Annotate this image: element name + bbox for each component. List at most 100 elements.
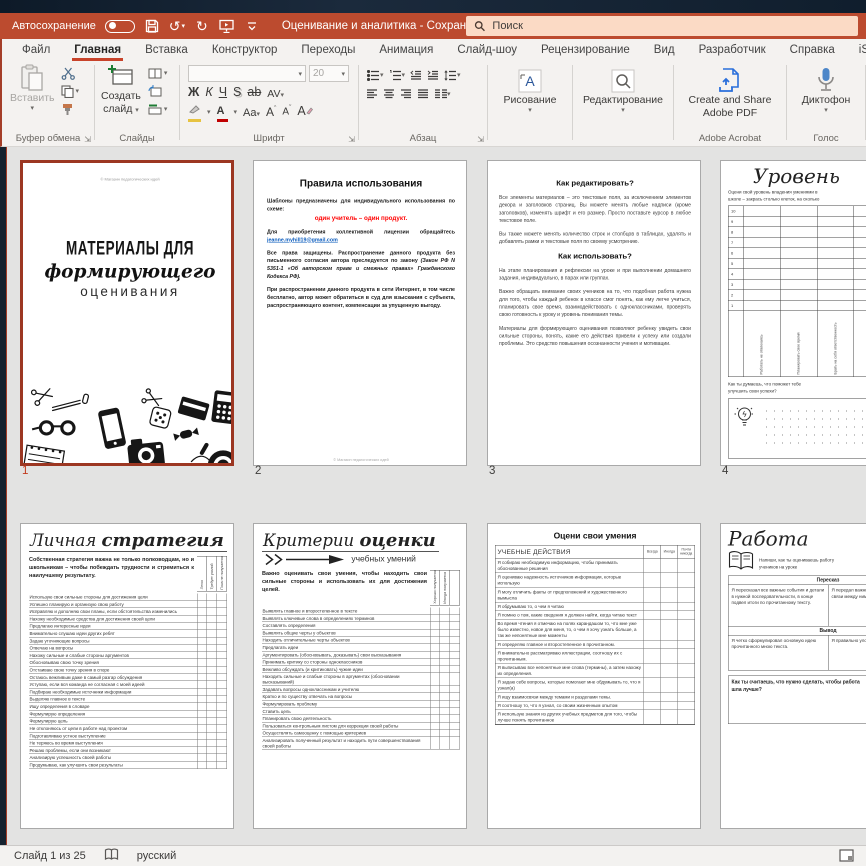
check-cell[interactable] <box>197 740 207 747</box>
check-cell[interactable] <box>440 686 450 693</box>
check-cell[interactable] <box>217 637 227 644</box>
slide-thumbnail-8[interactable]: РаботаНапиши, как ты оцениваешь работууч… <box>720 523 866 829</box>
check-cell[interactable] <box>207 637 217 644</box>
paste-button[interactable]: Вставить ▾ <box>10 64 55 118</box>
check-cell[interactable] <box>197 710 207 717</box>
columns-button[interactable]: ▾ <box>435 89 451 99</box>
check-cell[interactable] <box>661 611 678 619</box>
check-cell[interactable] <box>430 737 440 750</box>
grid-cell[interactable] <box>743 290 780 301</box>
grid-cell[interactable] <box>817 269 854 280</box>
paragraph-dialog-launcher[interactable]: ⇲ <box>477 135 484 144</box>
check-cell[interactable] <box>207 601 217 608</box>
underline-button[interactable]: Ч <box>219 86 227 99</box>
check-cell[interactable] <box>661 602 678 610</box>
grid-cell[interactable] <box>743 280 780 291</box>
slide-indicator[interactable]: Слайд 1 из 25 <box>14 850 86 862</box>
slide-thumbnail-4[interactable]: УровеньОцени свой уровень владения умени… <box>720 160 866 466</box>
check-cell[interactable] <box>217 681 227 688</box>
check-cell[interactable] <box>217 732 227 739</box>
grid-cell[interactable] <box>817 206 854 217</box>
email-link[interactable]: jeanne.myhill19@gmail.com <box>267 237 338 243</box>
check-cell[interactable] <box>440 629 450 636</box>
check-cell[interactable] <box>217 688 227 695</box>
check-cell[interactable] <box>207 608 217 615</box>
grid-cell[interactable] <box>780 269 817 280</box>
tab-главная[interactable]: Главная <box>62 39 133 61</box>
check-cell[interactable] <box>450 737 460 750</box>
slide-thumbnail-5[interactable]: Личная стратегияСобственная стратегия ва… <box>20 523 234 829</box>
tab-конструктор[interactable]: Конструктор <box>200 39 290 61</box>
check-cell[interactable] <box>430 615 440 622</box>
slide-thumbnail-1[interactable]: © Магазин педагогических идейМАТЕРИАЛЫ Д… <box>20 160 234 466</box>
check-cell[interactable] <box>644 663 661 677</box>
text-shadow-button[interactable]: S <box>233 86 241 99</box>
grid-cell[interactable] <box>780 248 817 259</box>
grid-cell[interactable] <box>780 206 817 217</box>
question-box[interactable]: Как ты считаешь, что нужно сделать, чтоб… <box>728 675 866 724</box>
check-cell[interactable] <box>440 637 450 644</box>
check-cell[interactable] <box>678 573 695 587</box>
clear-formatting-button[interactable]: А <box>297 105 312 118</box>
grid-cell[interactable] <box>854 290 866 301</box>
check-cell[interactable] <box>678 559 695 573</box>
check-cell[interactable] <box>197 601 207 608</box>
check-cell[interactable] <box>450 666 460 673</box>
check-cell[interactable] <box>644 693 661 701</box>
check-cell[interactable] <box>661 588 678 602</box>
check-cell[interactable] <box>430 644 440 651</box>
check-cell[interactable] <box>430 651 440 658</box>
check-cell[interactable] <box>440 708 450 715</box>
dictaphone-button[interactable]: Диктофон ▾ <box>787 64 865 116</box>
criterion-cell[interactable]: Я передал важные события, сохранив связи… <box>828 585 866 626</box>
font-size-combo[interactable]: 20▾ <box>309 65 349 82</box>
idea-box[interactable] <box>728 399 866 459</box>
italic-button[interactable]: К <box>205 86 212 99</box>
check-cell[interactable] <box>644 640 661 648</box>
check-cell[interactable] <box>430 693 440 700</box>
check-cell[interactable] <box>217 630 227 637</box>
check-cell[interactable] <box>661 710 678 724</box>
tab-рецензирование[interactable]: Рецензирование <box>529 39 642 61</box>
numbering-button[interactable]: ▾ <box>389 70 406 81</box>
font-dialog-launcher[interactable]: ⇲ <box>348 135 355 144</box>
reset-slide-button[interactable] <box>146 82 170 100</box>
check-cell[interactable] <box>644 678 661 692</box>
check-cell[interactable] <box>644 701 661 709</box>
save-icon[interactable] <box>144 18 160 34</box>
justify-button[interactable] <box>418 89 429 99</box>
grid-cell[interactable] <box>780 280 817 291</box>
check-cell[interactable] <box>450 637 460 644</box>
check-cell[interactable] <box>644 611 661 619</box>
check-cell[interactable] <box>440 666 450 673</box>
check-cell[interactable] <box>644 573 661 587</box>
check-cell[interactable] <box>678 602 695 610</box>
check-cell[interactable] <box>450 708 460 715</box>
strikethrough-button[interactable]: ab <box>247 86 261 99</box>
check-cell[interactable] <box>217 652 227 659</box>
check-cell[interactable] <box>678 701 695 709</box>
section-button[interactable]: ▾ <box>146 100 170 118</box>
slide-thumbnail-3[interactable]: Как редактировать?Все элементы материало… <box>487 160 701 466</box>
check-cell[interactable] <box>450 715 460 722</box>
grid-cell[interactable] <box>854 248 866 259</box>
criterion-cell[interactable]: Я пересказал все важные события и детали… <box>729 585 829 626</box>
shrink-font-button[interactable]: Аˇ <box>282 105 291 117</box>
bold-button[interactable]: Ж <box>188 86 199 99</box>
check-cell[interactable] <box>661 649 678 663</box>
grid-cell[interactable] <box>817 259 854 270</box>
grid-cell[interactable] <box>817 301 854 312</box>
check-cell[interactable] <box>207 630 217 637</box>
grid-cell[interactable] <box>817 248 854 259</box>
check-cell[interactable] <box>197 732 207 739</box>
align-left-button[interactable] <box>367 89 378 99</box>
check-cell[interactable] <box>450 644 460 651</box>
check-cell[interactable] <box>197 688 207 695</box>
grid-cell[interactable] <box>743 227 780 238</box>
check-cell[interactable] <box>207 761 217 768</box>
check-cell[interactable] <box>207 645 217 652</box>
check-cell[interactable] <box>450 673 460 686</box>
check-cell[interactable] <box>430 722 440 729</box>
check-cell[interactable] <box>197 718 207 725</box>
view-button[interactable] <box>839 849 854 865</box>
